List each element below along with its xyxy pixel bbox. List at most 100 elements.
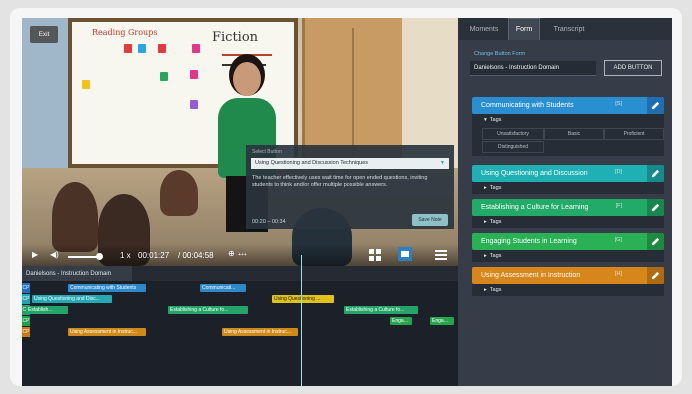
pencil-icon[interactable]: [647, 97, 664, 114]
change-form-label: Change Button Form: [474, 51, 526, 57]
timeline-clip[interactable]: Enga...: [390, 317, 412, 325]
playback-speed[interactable]: 1 x: [120, 251, 131, 260]
current-time: 00:01:27: [138, 251, 170, 260]
tags-label: Tags: [489, 117, 502, 123]
category-label: Using Assessment in Instruction: [481, 272, 581, 279]
timeline[interactable]: CP Communicating with Students Communica…: [22, 281, 458, 386]
form-select[interactable]: Danielsons - Instruction Domain: [470, 61, 596, 76]
board-card: [160, 72, 168, 81]
timeline-clip[interactable]: Using Questioning and Disc...: [32, 295, 112, 303]
board-title-right: Fiction: [212, 30, 259, 45]
pencil-icon[interactable]: [647, 233, 664, 250]
tab-moments[interactable]: Moments: [462, 18, 506, 40]
hotkey: [S]: [615, 101, 622, 107]
hotkey: [H]: [614, 271, 622, 277]
category-label: Using Questioning and Discussion: [481, 170, 588, 177]
add-button-button[interactable]: ADD BUTTON: [604, 60, 662, 76]
board-title-left: Reading Groups: [92, 28, 158, 37]
board-card: [192, 44, 200, 53]
category-label: Communicating with Students: [481, 102, 574, 109]
grid-icon[interactable]: [368, 248, 382, 262]
note-popup: Select Button Using Questioning and Disc…: [246, 145, 454, 229]
tag-options: Unsatisfactory Basic Proficient Distingu…: [472, 126, 664, 156]
caret-right-icon: ▸: [484, 287, 487, 293]
tags-toggle[interactable]: ▸ Tags: [472, 216, 664, 228]
tags-toggle[interactable]: ▸ Tags: [472, 250, 664, 262]
board-card: [190, 70, 198, 79]
tag-option[interactable]: Proficient: [604, 128, 664, 140]
timeline-tab[interactable]: Danielsons - Instruction Domain: [22, 266, 132, 281]
board-card: [82, 80, 90, 89]
row-label: CP: [22, 327, 30, 337]
tags-label: Tags: [489, 253, 502, 259]
volume-icon[interactable]: ◀): [50, 250, 59, 259]
category-questioning[interactable]: Using Questioning and Discussion [D]: [472, 165, 664, 182]
button-select-value: Using Questioning and Discussion Techniq…: [255, 160, 369, 166]
timeline-row: CP Enga... Enga...: [22, 316, 458, 326]
tab-transcript[interactable]: Transcript: [544, 18, 594, 40]
note-text[interactable]: The teacher effectively uses wait time f…: [246, 170, 454, 198]
play-icon[interactable]: ▶: [32, 250, 38, 259]
category-communicating[interactable]: Communicating with Students [S]: [472, 97, 664, 114]
caret-right-icon: ▸: [484, 185, 487, 191]
tags-label: Tags: [489, 185, 502, 191]
hotkey: [F]: [615, 203, 622, 209]
zoom-icon[interactable]: ⊕: [228, 249, 235, 258]
caret-down-icon: ▾: [484, 117, 487, 123]
pencil-icon[interactable]: [647, 267, 664, 284]
volume-knob[interactable]: [96, 253, 103, 260]
chevron-down-icon: ▼: [440, 160, 445, 166]
hotkey: [D]: [614, 169, 622, 175]
hotkey: [G]: [614, 237, 622, 243]
tag-option[interactable]: Distinguished: [482, 141, 544, 153]
timeline-clip[interactable]: Establishing a Culture fo...: [344, 306, 418, 314]
timeline-clip[interactable]: Establishing a Culture fo...: [168, 306, 248, 314]
save-note-button[interactable]: Save Note: [412, 214, 448, 226]
menu-icon[interactable]: [434, 248, 448, 262]
timeline-clip[interactable]: Establish...: [26, 306, 68, 314]
category-engaging[interactable]: Engaging Students in Learning [G]: [472, 233, 664, 250]
timeline-clip[interactable]: Using Assessment in Instruc...: [222, 328, 298, 336]
note-time-range: 00:20 – 00:34: [252, 219, 286, 225]
tags-toggle[interactable]: ▾ Tags: [472, 114, 664, 126]
tags-toggle[interactable]: ▸ Tags: [472, 284, 664, 296]
teacher-head: [233, 62, 261, 96]
timeline-clip[interactable]: Communicati...: [200, 284, 246, 292]
row-label: CP: [22, 283, 30, 293]
video-controls: ▶ ◀) 1 x 00:01:27 / 00:04:58 ⊕ +++: [22, 244, 458, 266]
side-panel: Moments Form Transcript Change Button Fo…: [458, 18, 672, 386]
video-player[interactable]: Reading Groups Fiction Exit Select Butto…: [22, 18, 458, 266]
picture-in-picture-icon[interactable]: [398, 247, 412, 261]
tab-form[interactable]: Form: [508, 18, 540, 40]
row-label: CP: [22, 294, 30, 304]
tags-toggle[interactable]: ▸ Tags: [472, 182, 664, 194]
timeline-row: CP Using Assessment in Instruc... Using …: [22, 327, 458, 337]
timeline-clip[interactable]: Enga...: [430, 317, 454, 325]
board-writing: [222, 54, 272, 56]
timeline-clip[interactable]: Using Assessment in Instruc...: [68, 328, 146, 336]
exit-button[interactable]: Exit: [30, 26, 58, 43]
video-review-app: Reading Groups Fiction Exit Select Butto…: [22, 18, 672, 386]
board-card: [190, 100, 198, 109]
timeline-header: Danielsons - Instruction Domain: [22, 266, 458, 281]
category-culture[interactable]: Establishing a Culture for Learning [F]: [472, 199, 664, 216]
timeline-row: CP Establish... Establishing a Culture f…: [22, 305, 458, 315]
tag-option[interactable]: Basic: [544, 128, 604, 140]
student: [52, 182, 98, 252]
tags-label: Tags: [489, 287, 502, 293]
student: [160, 170, 198, 216]
tag-option[interactable]: Unsatisfactory: [482, 128, 544, 140]
button-select[interactable]: Using Questioning and Discussion Techniq…: [251, 158, 449, 169]
pencil-icon[interactable]: [647, 199, 664, 216]
timeline-clip[interactable]: Communicating with Students: [68, 284, 146, 292]
category-label: Establishing a Culture for Learning: [481, 204, 589, 211]
category-label: Engaging Students in Learning: [481, 238, 577, 245]
category-assessment[interactable]: Using Assessment in Instruction [H]: [472, 267, 664, 284]
panel-tabs: Moments Form Transcript: [458, 18, 672, 40]
tags-label: Tags: [489, 219, 502, 225]
board-card: [124, 44, 132, 53]
timeline-playhead[interactable]: [301, 255, 302, 386]
timeline-row: CP Using Questioning and Disc... Using Q…: [22, 294, 458, 304]
pencil-icon[interactable]: [647, 165, 664, 182]
timeline-clip[interactable]: Using Questioning ...: [272, 295, 334, 303]
